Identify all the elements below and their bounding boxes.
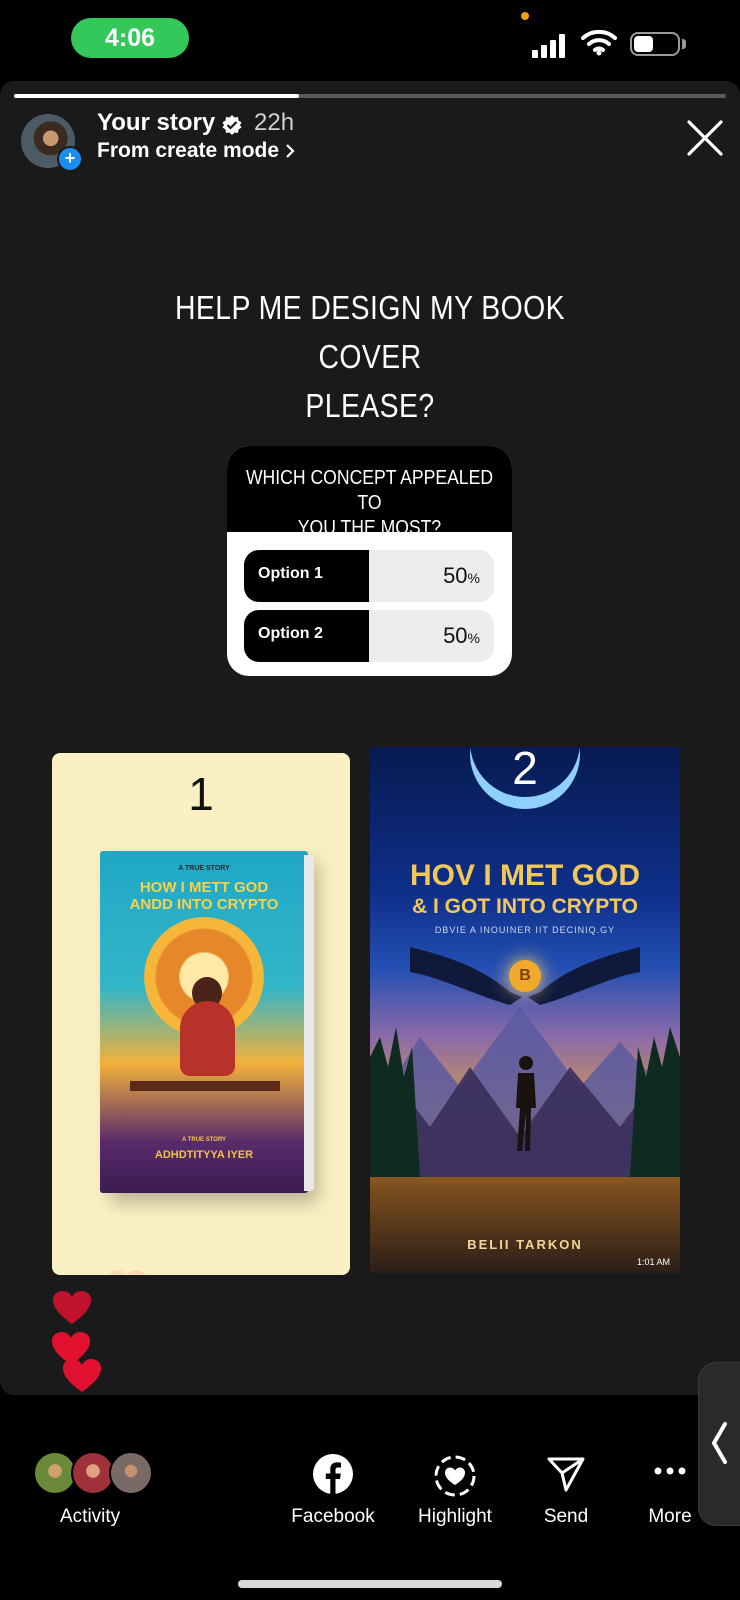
highlight-label: Highlight — [418, 1506, 492, 1527]
highlight-button[interactable] — [400, 1454, 510, 1498]
book-author: ADHDTITYYA IYER — [154, 1149, 254, 1161]
book-author: BELII TARKON — [467, 1237, 583, 1252]
facebook-label: Facebook — [291, 1506, 375, 1527]
heart-icon — [53, 1291, 91, 1324]
book-pages-edge — [304, 855, 314, 1191]
story-viewer[interactable]: + Your story 22h From create mode HELP M… — [0, 81, 740, 1395]
activity-button[interactable]: Activity — [60, 1506, 120, 1528]
viewer-avatar[interactable] — [109, 1451, 153, 1495]
poll-option-1[interactable]: Option 1 50% — [244, 550, 494, 602]
status-time: 4:06 — [71, 18, 189, 58]
home-indicator[interactable] — [238, 1580, 502, 1588]
poll-question: WHICH CONCEPT APPEALED TO YOU THE MOST? — [227, 446, 512, 539]
book-kicker-2: A TRUE STORY — [181, 1137, 227, 1143]
poll-option-label: Option 2 — [258, 625, 323, 642]
poll-sticker[interactable]: WHICH CONCEPT APPEALED TO YOU THE MOST? … — [227, 446, 512, 676]
close-icon[interactable] — [686, 119, 724, 157]
book-subtitle: DBVIE A INOUINER IIT DECINIQ.GY — [434, 925, 616, 935]
poll-question-line-1: WHICH CONCEPT APPEALED TO — [245, 467, 494, 514]
privacy-indicator — [521, 12, 529, 20]
poll-option-2[interactable]: Option 2 50% — [244, 610, 494, 662]
more-icon — [654, 1467, 686, 1475]
poll-option-percent: 50% — [443, 563, 480, 588]
create-mode-label: From create mode — [97, 139, 280, 162]
book-mockup: A TRUE STORY HOW I METT GOD ANDD INTO CR… — [100, 851, 308, 1193]
message-timestamp: 1:01 AM — [636, 1257, 670, 1267]
book-cover-option-1: 1 A TRUE STORY HOW I METT GOD ANDD INTO … — [52, 753, 350, 1275]
book-cover-option-2: 2 HOV I MET GOD & I GOT INTO CRYPTO DBVI… — [370, 747, 680, 1273]
heart-icon — [108, 1270, 146, 1275]
headline-line-1: HELP ME DESIGN MY BOOK COVER — [174, 289, 566, 375]
poll-option-percent: 50% — [443, 623, 480, 648]
battery-icon — [630, 32, 680, 56]
side-panel-handle[interactable] — [698, 1362, 740, 1526]
cover-number: 2 — [512, 747, 538, 794]
story-progress-fill — [14, 94, 299, 98]
book-title-line-2: ANDD INTO CRYPTO — [129, 896, 279, 913]
poll-question-line-2: YOU THE MOST? — [297, 517, 442, 539]
meditating-monk-illustration — [180, 1001, 235, 1076]
chevron-right-icon — [286, 144, 295, 158]
facebook-button[interactable] — [278, 1454, 388, 1494]
send-label: Send — [543, 1506, 589, 1527]
battery-cap — [682, 39, 686, 49]
book-kicker: A TRUE STORY — [178, 865, 230, 872]
headline-line-2: PLEASE? — [305, 387, 435, 424]
add-story-icon[interactable]: + — [57, 146, 83, 172]
walking-man-illustration — [516, 1056, 536, 1151]
send-button[interactable] — [511, 1454, 621, 1494]
highlight-icon — [434, 1455, 476, 1497]
book-title-line-1: HOV I MET GOD — [409, 859, 640, 892]
chevron-left-icon — [711, 1422, 727, 1464]
book-title-line-1: HOW I METT GOD — [139, 879, 269, 896]
poll-option-label: Option 1 — [258, 565, 323, 582]
verified-icon — [222, 115, 242, 135]
create-mode-link[interactable]: From create mode — [97, 139, 295, 163]
story-timestamp: 22h — [254, 109, 295, 136]
table-illustration — [130, 1081, 280, 1091]
signal-icon — [532, 30, 572, 58]
story-headline: HELP ME DESIGN MY BOOK COVER PLEASE? — [138, 283, 602, 430]
wifi-icon — [581, 29, 617, 56]
heart-icon — [63, 1359, 101, 1392]
story-progress-bar — [14, 94, 726, 98]
story-owner[interactable]: Your story — [97, 109, 215, 137]
cover-number: 1 — [188, 768, 214, 820]
book-title-line-2: & I GOT INTO CRYPTO — [412, 895, 638, 918]
facebook-icon — [313, 1454, 353, 1494]
bitcoin-coin: B — [509, 960, 541, 992]
send-icon — [547, 1457, 585, 1492]
